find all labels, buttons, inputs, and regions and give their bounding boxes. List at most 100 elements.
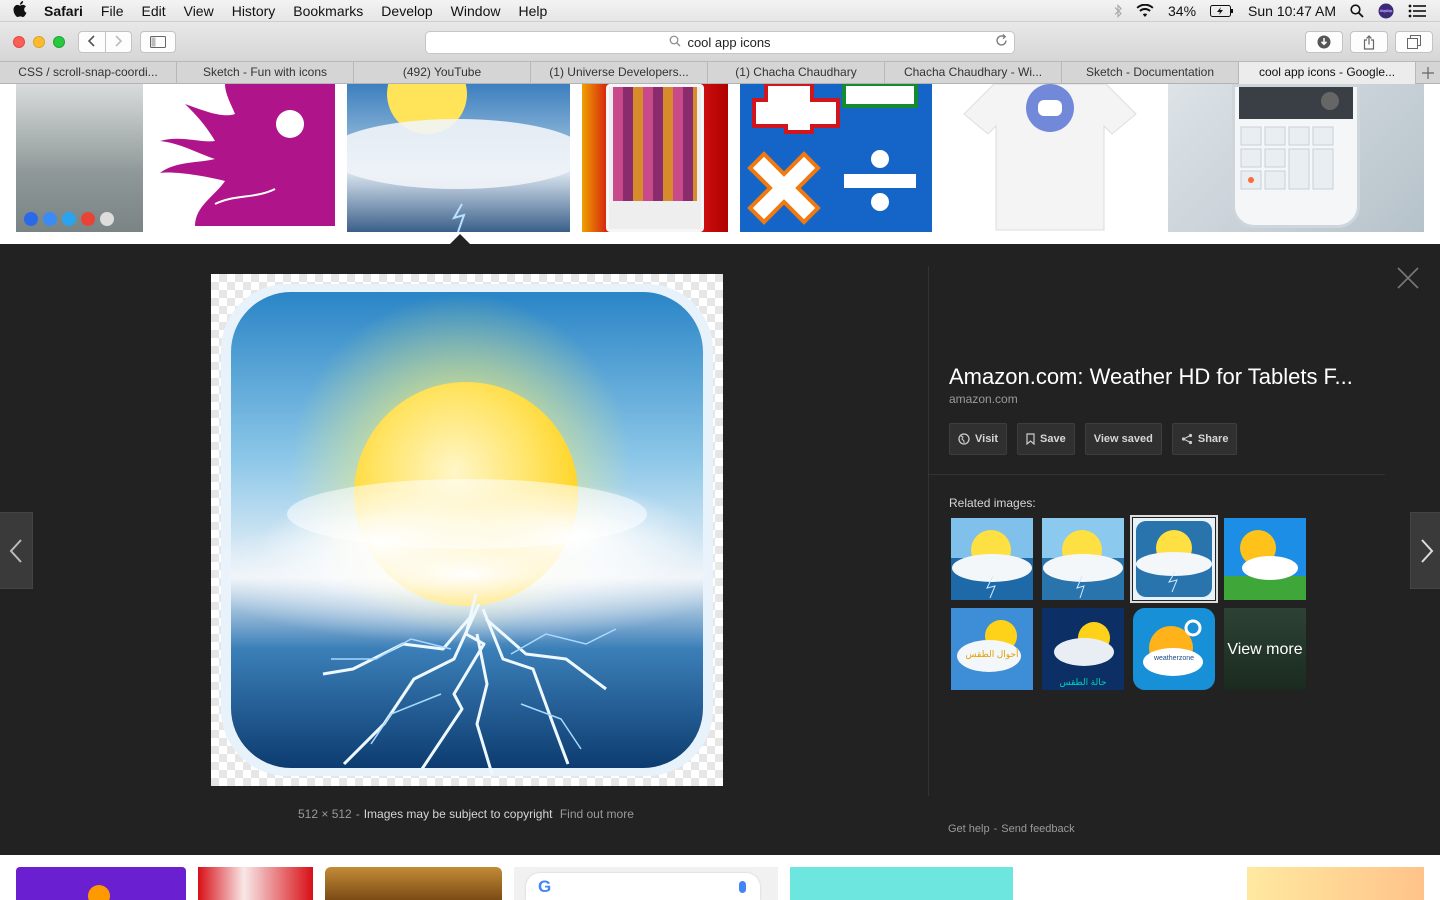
tab-cool-app-icons[interactable]: cool app icons - Google... <box>1239 62 1416 84</box>
image-source-domain[interactable]: amazon.com <box>949 392 1018 406</box>
result-thumbnail-magenta-silhouette[interactable] <box>155 84 335 226</box>
related-image-4[interactable] <box>1224 518 1306 600</box>
battery-icon[interactable] <box>1210 4 1234 17</box>
related-image-1[interactable] <box>951 518 1033 600</box>
get-help-link[interactable]: Get help <box>948 823 990 835</box>
globe-icon <box>958 433 970 445</box>
result-thumbnail-purple[interactable] <box>16 867 186 900</box>
menu-bookmarks[interactable]: Bookmarks <box>284 3 372 19</box>
result-thumbnail-yellow-gradient[interactable] <box>1247 867 1424 900</box>
wifi-icon[interactable] <box>1136 3 1154 18</box>
result-thumbnail-red-device[interactable] <box>198 867 313 900</box>
related-image-7[interactable]: weatherzone <box>1133 608 1215 690</box>
siri-icon[interactable] <box>1378 3 1394 19</box>
forward-button[interactable] <box>104 32 132 52</box>
tab-css-scroll-snap[interactable]: CSS / scroll-snap-coordi... <box>0 62 177 84</box>
safari-toolbar: cool app icons <box>0 22 1440 62</box>
save-button[interactable]: Save <box>1017 423 1075 455</box>
related-image-3-selected[interactable] <box>1130 515 1218 603</box>
chevron-right-icon <box>1421 538 1434 563</box>
share-label: Share <box>1197 433 1229 445</box>
previous-image-button[interactable] <box>0 512 33 589</box>
related-images-heading: Related images: <box>949 496 1036 510</box>
result-thumbnail-google-search[interactable]: G <box>514 867 778 900</box>
find-out-more-link[interactable]: Find out more <box>560 807 634 821</box>
sidebar-toggle-button[interactable] <box>140 31 176 53</box>
image-results-row-bottom: G <box>0 855 1440 900</box>
chevron-left-icon <box>9 538 22 563</box>
menu-help[interactable]: Help <box>509 3 556 19</box>
view-saved-button[interactable]: View saved <box>1084 423 1162 455</box>
menu-view[interactable]: View <box>175 3 223 19</box>
menu-app-name[interactable]: Safari <box>40 3 92 19</box>
window-close-button[interactable] <box>13 36 25 48</box>
result-thumbnail-discord-tshirt[interactable] <box>944 84 1156 232</box>
share-image-button[interactable]: Share <box>1171 423 1238 455</box>
downloads-button[interactable] <box>1305 31 1343 53</box>
preview-image-weather-storm[interactable] <box>211 274 723 786</box>
related-image-2[interactable] <box>1042 518 1124 600</box>
tab-sketch-documentation[interactable]: Sketch - Documentation <box>1062 62 1239 84</box>
address-bar[interactable]: cool app icons <box>425 31 1015 54</box>
dock-icons <box>24 212 114 226</box>
window-minimize-button[interactable] <box>33 36 45 48</box>
result-thumbnail-weather-storm[interactable] <box>347 84 570 232</box>
related-image-5-text: أحوال الطقس <box>965 649 1019 659</box>
share-icon <box>1363 34 1375 50</box>
share-button[interactable] <box>1350 31 1388 53</box>
footer-separator: - <box>993 823 998 835</box>
menu-develop[interactable]: Develop <box>372 3 441 19</box>
view-more-label: View more <box>1227 640 1303 658</box>
notification-center-icon[interactable] <box>1408 4 1426 18</box>
new-tab-button[interactable] <box>1416 62 1440 83</box>
image-title-link[interactable]: Amazon.com: Weather HD for Tablets F... <box>949 364 1353 390</box>
related-image-5[interactable]: أحوال الطقس <box>951 608 1033 690</box>
tab-chacha-chaudhary[interactable]: (1) Chacha Chaudhary <box>708 62 885 84</box>
battery-percent: 34% <box>1168 2 1197 19</box>
show-all-tabs-button[interactable] <box>1395 31 1433 53</box>
next-image-button[interactable] <box>1410 512 1440 589</box>
image-preview-panel: 512 × 512 - Images may be subject to copyr… <box>0 244 1440 855</box>
copyright-notice: Images may be subject to copyright <box>363 807 553 821</box>
menu-window[interactable]: Window <box>442 3 510 19</box>
visit-label: Visit <box>975 433 999 445</box>
tab-sketch-fun-icons[interactable]: Sketch - Fun with icons <box>177 62 354 84</box>
bluetooth-icon[interactable] <box>1114 3 1122 18</box>
menu-file[interactable]: File <box>92 3 133 19</box>
phone-frame <box>606 84 704 232</box>
device-body <box>1232 84 1360 228</box>
reload-icon[interactable] <box>995 34 1008 50</box>
apple-menu-icon[interactable] <box>0 0 40 21</box>
related-image-6[interactable]: حالة الطقس <box>1042 608 1124 690</box>
result-thumbnail-iphone[interactable] <box>582 84 728 232</box>
spotlight-search-icon[interactable] <box>1350 3 1364 18</box>
visit-button[interactable]: Visit <box>949 423 1008 455</box>
send-feedback-link[interactable]: Send feedback <box>1001 823 1074 835</box>
window-fullscreen-button[interactable] <box>53 36 65 48</box>
result-thumbnail-phone-dock[interactable] <box>16 84 143 232</box>
google-g-icon: G <box>538 877 552 896</box>
view-more-related-button[interactable]: View more <box>1224 608 1306 690</box>
menu-history[interactable]: History <box>223 3 285 19</box>
google-searchbox-image: G <box>526 873 760 900</box>
tab-chacha-chaudhary-wiki[interactable]: Chacha Chaudhary - Wi... <box>885 62 1062 84</box>
menu-edit[interactable]: Edit <box>132 3 174 19</box>
back-button[interactable] <box>79 32 105 52</box>
result-thumbnail-math-operators[interactable] <box>740 84 932 232</box>
sidebar-icon <box>150 36 166 48</box>
selected-result-caret <box>450 234 470 244</box>
clock[interactable]: Sun 10:47 AM <box>1248 3 1336 19</box>
tab-youtube[interactable]: (492) YouTube <box>354 62 531 84</box>
image-dimensions: 512 × 512 <box>298 807 352 821</box>
result-thumbnail-teal[interactable] <box>790 867 1013 900</box>
panel-footer-links: Get help - Send feedback <box>948 823 1075 835</box>
result-thumbnail-wooden-frame[interactable] <box>325 867 502 900</box>
save-label: Save <box>1040 433 1066 445</box>
microphone-icon <box>739 881 746 893</box>
menu-bar: Safari File Edit View History Bookmarks … <box>0 0 1440 22</box>
tab-universe-developers[interactable]: (1) Universe Developers... <box>531 62 708 84</box>
tabs-overview-icon <box>1407 35 1421 49</box>
result-thumbnail-calculator-device[interactable] <box>1168 84 1424 232</box>
section-divider <box>929 474 1385 475</box>
close-preview-button[interactable] <box>1396 266 1420 290</box>
